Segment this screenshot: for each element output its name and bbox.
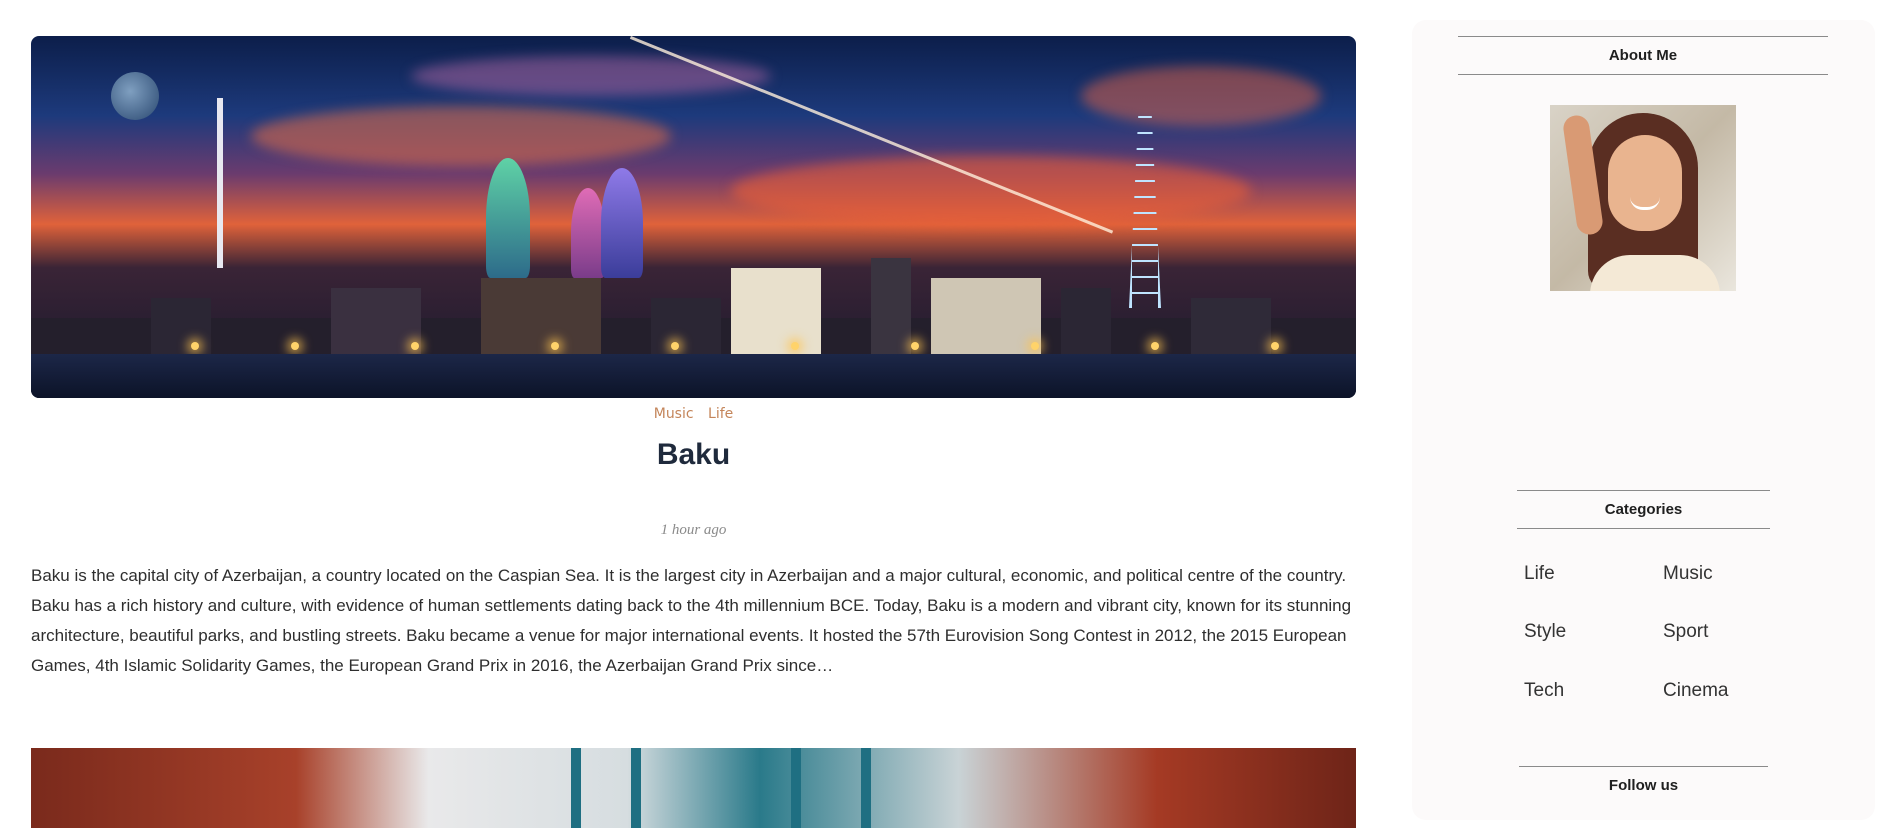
follow-us-heading: Follow us [1519,766,1768,804]
category-music[interactable]: Music [1663,563,1713,585]
category-tech[interactable]: Tech [1524,680,1564,702]
next-post-image[interactable] [31,748,1356,828]
tag-link[interactable]: Music [654,406,694,422]
category-sport[interactable]: Sport [1663,621,1708,643]
categories-heading: Categories [1517,490,1770,529]
about-me-heading: About Me [1458,36,1828,75]
post-card: Music Life Baku 1 hour ago Baku is the c… [31,36,1356,681]
tag-link[interactable]: Life [708,406,733,422]
category-life[interactable]: Life [1524,563,1555,585]
post-tags: Music Life [31,406,1356,422]
post-title[interactable]: Baku [31,438,1356,472]
moon-shape [111,72,159,120]
post-hero-image[interactable] [31,36,1356,398]
post-excerpt: Baku is the capital city of Azerbaijan, … [31,566,1352,675]
avatar [1550,105,1736,291]
category-style[interactable]: Style [1524,621,1566,643]
category-cinema[interactable]: Cinema [1663,680,1728,702]
post-timestamp: 1 hour ago [660,522,727,538]
